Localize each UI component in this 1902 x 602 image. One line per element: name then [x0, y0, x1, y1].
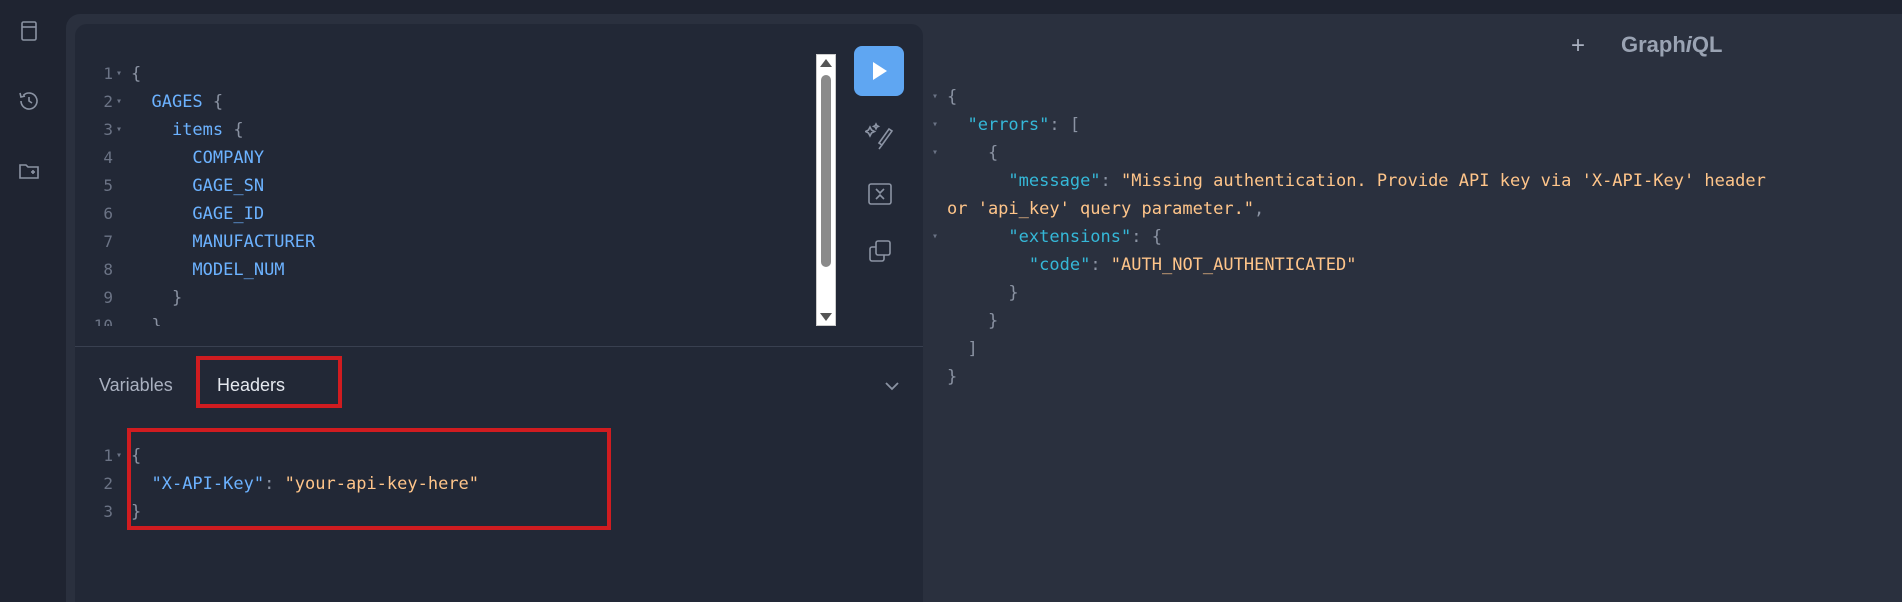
fold-icon[interactable]: ▾ [113, 88, 125, 116]
explorer-button[interactable] [16, 158, 42, 184]
code-text: items { [171, 120, 244, 140]
code-line: 2 ▾ GAGES { [75, 88, 315, 116]
highlight-headers-tab [196, 356, 342, 408]
code-line: 5 GAGE_SN [75, 172, 315, 200]
line-number: 6 [103, 204, 113, 223]
chevron-down-icon[interactable] [881, 375, 903, 397]
scroll-up-icon[interactable] [820, 59, 832, 67]
documentation-button[interactable] [16, 18, 42, 44]
prettify-button[interactable] [865, 121, 895, 151]
fold-icon[interactable]: ▾ [923, 223, 947, 251]
code-line: 10 } [75, 312, 315, 326]
query-editor[interactable]: 1 ▾{ 2 ▾ GAGES { 3 ▾ items { 4 COMPANY 5 GA… [75, 24, 923, 346]
scroll-down-icon[interactable] [820, 313, 832, 321]
code-text: } [151, 316, 162, 326]
code-line: 6 GAGE_ID [75, 200, 315, 228]
documentation-icon [21, 21, 37, 41]
code-line: } [947, 367, 958, 387]
code-text: GAGE_ID [192, 204, 265, 224]
code-line: "message": "Missing authentication. Prov… [1008, 171, 1766, 191]
code-text: GAGE_SN [192, 176, 265, 196]
code-line: 9 } [75, 284, 315, 312]
explorer-folder-icon [19, 164, 39, 179]
play-icon [873, 62, 887, 80]
code-text: { [131, 64, 142, 84]
fold-icon[interactable]: ▾ [113, 116, 125, 144]
line-number: 5 [103, 176, 113, 195]
history-button[interactable] [16, 88, 42, 114]
code-line: 8 MODEL_NUM [75, 256, 315, 284]
code-line: 1 ▾ { [75, 60, 315, 88]
code-line: } [1008, 283, 1019, 303]
code-text: GAGES { [151, 92, 224, 112]
copy-query-button[interactable] [865, 236, 895, 266]
code-line: ] [967, 339, 978, 359]
tab-variables[interactable]: Variables [99, 375, 173, 396]
fold-icon[interactable]: ▾ [923, 111, 947, 139]
line-number: 8 [103, 260, 113, 279]
merge-fragments-button[interactable] [865, 179, 895, 209]
line-number: 2 [103, 92, 113, 111]
code-line: ▾ { [923, 139, 1766, 167]
merge-fragments-icon [868, 183, 892, 205]
highlight-headers-content [127, 428, 611, 530]
code-text: MANUFACTURER [192, 232, 316, 252]
line-number: 3 [103, 502, 113, 521]
code-line: or 'api_key' query parameter.", [947, 199, 1265, 219]
response-panel: + GraphiQL ▾{ ▾ "errors": [ ▾ { "message… [923, 14, 1902, 602]
line-number: 1 [103, 64, 113, 83]
code-line: ▾ "errors": [ [923, 111, 1766, 139]
new-tab-button[interactable]: + [1566, 34, 1590, 58]
code-line: 3 ▾ items { [75, 116, 315, 144]
line-number: 9 [103, 288, 113, 307]
history-icon [19, 92, 38, 110]
graphiql-app: 1 ▾{ 2 ▾ GAGES { 3 ▾ items { 4 COMPANY 5 GA… [66, 14, 1902, 602]
code-line: ▾ "extensions": { [923, 223, 1766, 251]
line-number: 2 [103, 474, 113, 493]
code-text: } [171, 288, 183, 308]
query-code[interactable]: 1 ▾{ 2 ▾ GAGES { 3 ▾ items { 4 COMPANY 5 GA… [75, 60, 316, 326]
fold-icon[interactable]: ▾ [113, 60, 125, 88]
line-number: 3 [103, 120, 113, 139]
code-line: ▾{ [923, 83, 1766, 111]
code-line: "code": "AUTH_NOT_AUTHENTICATED" [1028, 255, 1357, 275]
code-text: COMPANY [192, 148, 265, 168]
line-number: 7 [103, 232, 113, 251]
fold-icon[interactable]: ▾ [113, 442, 125, 470]
code-line: 7 MANUFACTURER [75, 228, 315, 256]
sidebar-rail [0, 0, 66, 602]
code-text: MODEL_NUM [192, 260, 285, 280]
code-line: } [987, 311, 999, 331]
query-scrollbar[interactable] [816, 54, 836, 326]
line-number: 10 [93, 316, 113, 326]
fold-icon[interactable]: ▾ [923, 139, 947, 167]
response-viewer: ▾{ ▾ "errors": [ ▾ { "message": "Missing… [923, 83, 1766, 391]
copy-icon [869, 240, 891, 262]
line-number: 4 [103, 148, 113, 167]
code-line: 4 COMPANY [75, 144, 315, 172]
scroll-thumb[interactable] [821, 75, 831, 267]
graphiql-logo: GraphiQL [1621, 32, 1723, 57]
execute-query-button[interactable] [854, 46, 904, 96]
fold-icon[interactable]: ▾ [923, 83, 947, 111]
prettify-icon [865, 122, 894, 150]
line-number: 1 [103, 446, 113, 465]
editor-panel: 1 ▾{ 2 ▾ GAGES { 3 ▾ items { 4 COMPANY 5 GA… [75, 24, 923, 602]
